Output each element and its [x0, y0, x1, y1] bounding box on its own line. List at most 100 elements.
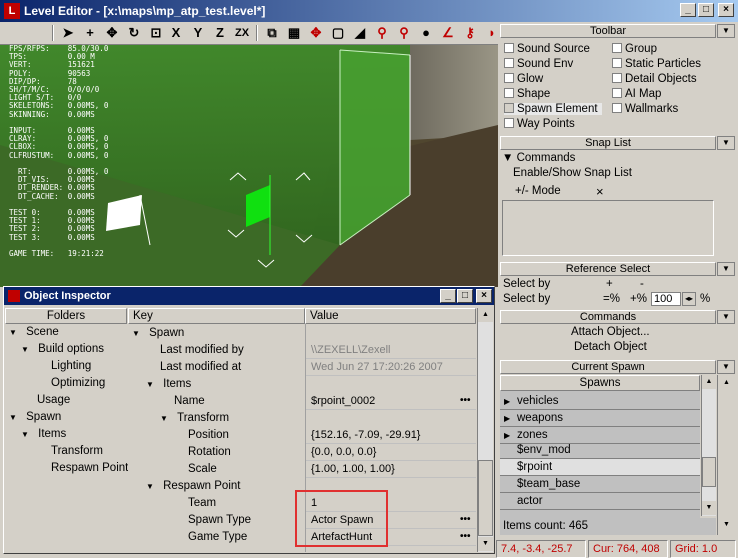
- snap-list-box[interactable]: [502, 200, 714, 256]
- detach-object-button[interactable]: Detach Object: [574, 341, 647, 353]
- scroll-down-icon[interactable]: ▼: [702, 501, 716, 515]
- select-cursor-icon[interactable]: ➤: [58, 24, 78, 42]
- grid-icon[interactable]: ▦: [284, 24, 304, 42]
- snap-list-collapse-icon[interactable]: ▼: [717, 136, 735, 150]
- select-eq-pct-button[interactable]: =%: [603, 293, 620, 305]
- magnet-icon[interactable]: ⚲: [372, 24, 392, 42]
- snap-mode-button[interactable]: +/- Mode: [515, 185, 561, 197]
- spawn-actor[interactable]: actor: [500, 493, 700, 510]
- ai-map-item[interactable]: AI Map: [612, 88, 661, 100]
- panel-scroll-up-icon[interactable]: ▲: [718, 375, 735, 391]
- prop-spawn[interactable]: ▼ Spawn: [132, 325, 184, 342]
- close-button[interactable]: ×: [718, 3, 734, 17]
- commands-collapse-icon[interactable]: ▼: [717, 310, 735, 324]
- detail-objects-item[interactable]: Detail Objects: [612, 73, 697, 85]
- select-plus-pct-button[interactable]: +%: [630, 293, 647, 305]
- move-icon[interactable]: ✥: [102, 24, 122, 42]
- prop-transform[interactable]: ▼ Transform: [160, 410, 229, 427]
- toolbar-panel-collapse-icon[interactable]: ▼: [717, 24, 735, 38]
- current-spawn-header[interactable]: Current Spawn: [500, 360, 716, 374]
- 3d-viewport[interactable]: FPS/RFPS: 85.0/30.0 TPS: 0.00 M VERT: 15…: [0, 45, 498, 287]
- maximize-button[interactable]: □: [698, 3, 714, 17]
- attach-object-button[interactable]: Attach Object...: [571, 326, 650, 338]
- spawn-weapons[interactable]: ▶ weapons: [500, 410, 700, 427]
- lock-icon[interactable]: ⚷: [460, 24, 480, 42]
- folder-lighting[interactable]: Lighting: [51, 358, 91, 375]
- status-grid: Grid: 1.0: [670, 540, 736, 558]
- add-icon[interactable]: +: [80, 24, 100, 42]
- right-panel-scrollbar[interactable]: ▲ ▼: [717, 375, 735, 535]
- spawn-type-ellipsis-button[interactable]: •••: [460, 514, 472, 525]
- minimize-button[interactable]: _: [680, 3, 696, 17]
- panel-scroll-down-icon[interactable]: ▼: [718, 517, 735, 533]
- inspector-scroll-up-icon[interactable]: ▲: [478, 308, 493, 322]
- wallmarks-item[interactable]: Wallmarks: [612, 103, 678, 115]
- name-ellipsis-button[interactable]: •••: [460, 395, 472, 406]
- folder-usage[interactable]: Usage: [37, 392, 70, 409]
- surface-icon[interactable]: ◢: [350, 24, 370, 42]
- current-spawn-collapse-icon[interactable]: ▼: [717, 360, 735, 374]
- shape-item[interactable]: Shape: [504, 88, 550, 100]
- snap-icon[interactable]: ⧉: [262, 24, 282, 42]
- prop-items[interactable]: ▼ Items: [146, 376, 191, 393]
- select-minus-button[interactable]: -: [640, 278, 644, 290]
- inspector-maximize-button[interactable]: □: [457, 289, 473, 303]
- folders-tree[interactable]: ▼ Scene ▼ Build options Lighting Optimiz…: [5, 324, 128, 552]
- folder-respawn-point[interactable]: Respawn Point: [51, 460, 128, 477]
- inspector-scrollbar[interactable]: ▲ ▼: [477, 308, 493, 552]
- axis-zx-icon[interactable]: ZX: [232, 24, 252, 42]
- box-icon[interactable]: ▢: [328, 24, 348, 42]
- scroll-thumb[interactable]: [702, 457, 716, 487]
- percent-spin-icon[interactable]: ◂▸: [682, 292, 696, 306]
- select-plus-button[interactable]: +: [606, 278, 613, 290]
- sound-source-item[interactable]: Sound Source: [504, 43, 590, 55]
- way-points-item[interactable]: Way Points: [504, 118, 575, 130]
- inspector-close-button[interactable]: ×: [476, 289, 492, 303]
- prop-name-value[interactable]: $rpoint_0002: [306, 393, 476, 410]
- spawn-element-item[interactable]: Spawn Element: [504, 103, 602, 115]
- prop-scale-value[interactable]: {1.00, 1.00, 1.00}: [306, 461, 476, 478]
- game-type-ellipsis-button[interactable]: •••: [460, 531, 472, 542]
- rotate-icon[interactable]: ↻: [124, 24, 144, 42]
- snap-commands-label[interactable]: ▼ Commands: [502, 152, 575, 164]
- scroll-up-icon[interactable]: ▲: [702, 375, 716, 389]
- static-particles-item[interactable]: Static Particles: [612, 58, 701, 70]
- tool-icon[interactable]: ◗: [482, 24, 502, 42]
- scale-icon[interactable]: ⊡: [146, 24, 166, 42]
- prop-position-value[interactable]: {152.16, -7.09, -29.91}: [306, 427, 476, 444]
- folder-scene[interactable]: ▼ Scene: [9, 324, 59, 341]
- toolbar-panel-header[interactable]: Toolbar: [500, 24, 716, 38]
- spawn-vehicles[interactable]: ▶ vehicles: [500, 393, 700, 410]
- spawn-team-base[interactable]: $team_base: [500, 476, 700, 493]
- glow-item[interactable]: Glow: [504, 73, 543, 85]
- spawn-rpoint[interactable]: $rpoint: [500, 459, 700, 476]
- move-red-icon[interactable]: ✥: [306, 24, 326, 42]
- inspector-scroll-thumb[interactable]: [478, 460, 493, 536]
- commands-header[interactable]: Commands: [500, 310, 716, 324]
- enable-show-snap-list[interactable]: Enable/Show Snap List: [513, 167, 632, 179]
- spawns-scrollbar[interactable]: ▲ ▼: [701, 375, 716, 516]
- snap-magnet-icon[interactable]: ⚲: [394, 24, 414, 42]
- axis-y-icon[interactable]: Y: [188, 24, 208, 42]
- reference-select-collapse-icon[interactable]: ▼: [717, 262, 735, 276]
- snap-clear-icon[interactable]: ×: [596, 184, 604, 199]
- sphere-icon[interactable]: ●: [416, 24, 436, 42]
- inspector-minimize-button[interactable]: _: [440, 289, 456, 303]
- select-percent-input[interactable]: 100: [651, 292, 681, 306]
- folder-spawn[interactable]: ▼ Spawn: [9, 409, 61, 426]
- folder-optimizing[interactable]: Optimizing: [51, 375, 105, 392]
- axis-z-icon[interactable]: Z: [210, 24, 230, 42]
- spawn-env-mod[interactable]: $env_mod: [500, 442, 700, 459]
- inspector-scroll-down-icon[interactable]: ▼: [478, 537, 493, 551]
- folder-items[interactable]: ▼ Items: [21, 426, 66, 443]
- snap-list-header[interactable]: Snap List: [500, 136, 716, 150]
- folder-build-options[interactable]: ▼ Build options: [21, 341, 104, 358]
- axis-x-icon[interactable]: X: [166, 24, 186, 42]
- folder-transform[interactable]: Transform: [51, 443, 103, 460]
- sound-env-item[interactable]: Sound Env: [504, 58, 573, 70]
- prop-rotation-value[interactable]: {0.0, 0.0, 0.0}: [306, 444, 476, 461]
- prop-respawn-point[interactable]: ▼ Respawn Point: [146, 478, 240, 495]
- angle-snap-icon[interactable]: ∠: [438, 24, 458, 42]
- reference-select-header[interactable]: Reference Select: [500, 262, 716, 276]
- group-item[interactable]: Group: [612, 43, 657, 55]
